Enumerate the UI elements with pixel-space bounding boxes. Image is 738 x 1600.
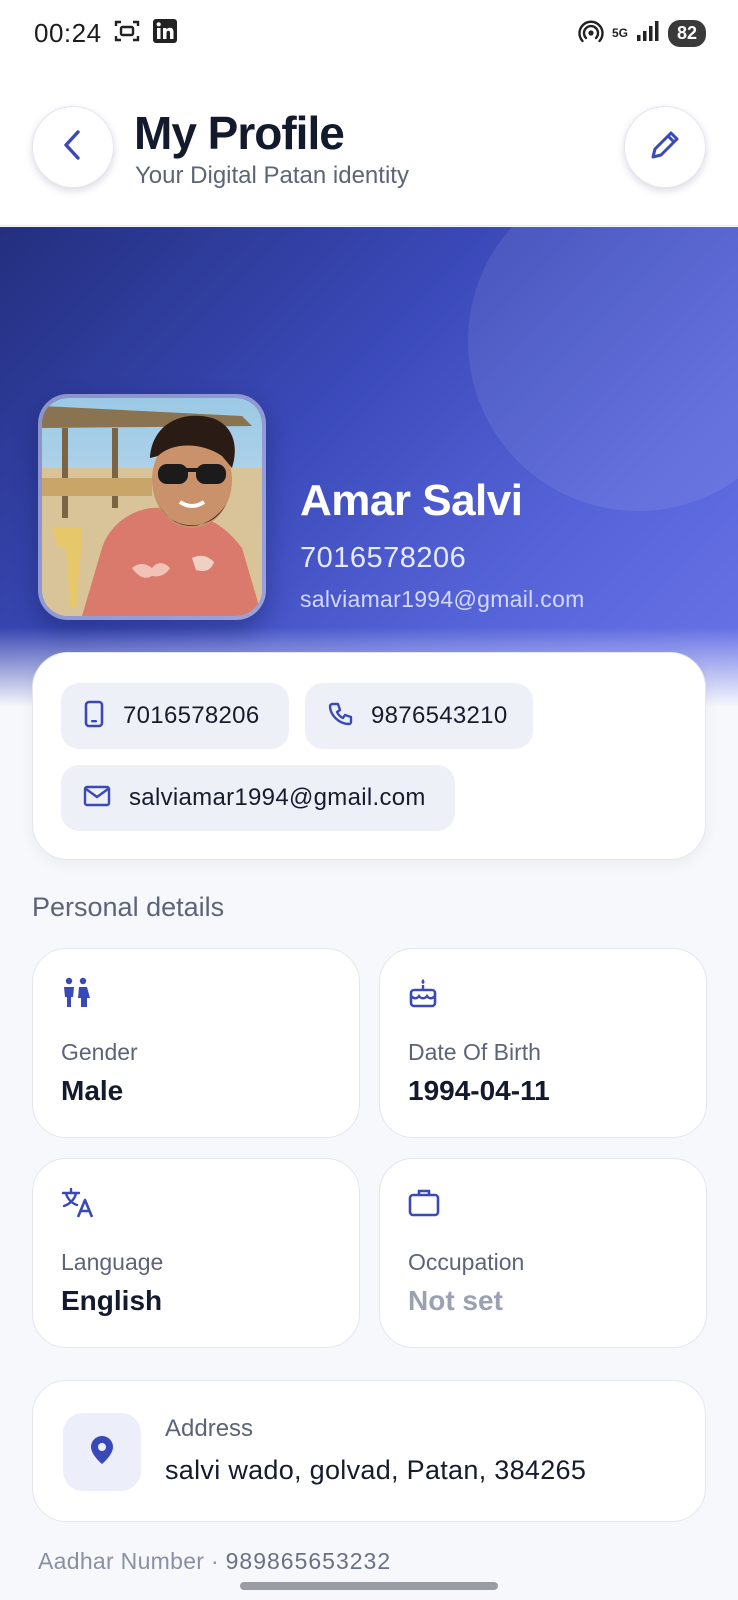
- detail-value: Not set: [408, 1285, 503, 1316]
- linkedin-icon: [152, 18, 178, 49]
- avatar-photo: [42, 398, 262, 616]
- contact-chip-value: 7016578206: [123, 702, 260, 729]
- smartphone-icon: [83, 700, 105, 733]
- translate-icon: [61, 1187, 95, 1224]
- aadhar-number-row: Aadhar Number · 989865653232: [38, 1548, 391, 1575]
- briefcase-icon: [408, 1187, 440, 1222]
- status-left: 00:24: [34, 18, 178, 49]
- cake-icon: [408, 977, 438, 1014]
- detail-card-date-of-birth: Date Of Birth 1994-04-11: [379, 948, 707, 1138]
- location-pin-icon: [88, 1434, 116, 1471]
- chevron-left-icon: [58, 128, 88, 167]
- contact-chip-phone[interactable]: 9876543210: [305, 683, 533, 749]
- gender-icon: [61, 977, 91, 1014]
- detail-label: Gender: [61, 1039, 138, 1065]
- avatar[interactable]: [38, 394, 266, 620]
- contact-chip-value: 9876543210: [371, 702, 508, 729]
- profile-email: salviamar1994@gmail.com: [300, 586, 585, 612]
- network-type: 5G: [611, 25, 628, 40]
- detail-label: Occupation: [408, 1249, 525, 1275]
- detail-label: Date Of Birth: [408, 1039, 541, 1065]
- pencil-icon: [648, 128, 682, 167]
- address-card: Address salvi wado, golvad, Patan, 38426…: [32, 1380, 706, 1522]
- detail-label: Language: [61, 1249, 164, 1275]
- contact-chip-email[interactable]: salviamar1994@gmail.com: [61, 765, 455, 831]
- detail-card-gender: Gender Male: [32, 948, 360, 1138]
- screen-capture-icon: [114, 19, 140, 48]
- battery-level: 82: [667, 19, 706, 47]
- aadhar-separator: ·: [210, 1548, 219, 1574]
- phone-icon: [327, 701, 353, 732]
- page-title: My Profile: [134, 107, 345, 159]
- status-right: 5G 82: [578, 18, 706, 49]
- detail-card-language: Language English: [32, 1158, 360, 1348]
- mail-icon: [83, 785, 111, 812]
- profile-name: Amar Salvi: [300, 476, 523, 525]
- home-indicator[interactable]: [240, 1582, 498, 1590]
- detail-value: 1994-04-11: [408, 1075, 550, 1106]
- detail-value: English: [61, 1285, 163, 1316]
- hotspot-icon: [578, 18, 604, 49]
- contact-chip-value: salviamar1994@gmail.com: [129, 784, 426, 811]
- edit-profile-button[interactable]: [624, 106, 706, 188]
- detail-card-occupation: Occupation Not set: [379, 1158, 707, 1348]
- contact-chip-mobile[interactable]: 7016578206: [61, 683, 289, 749]
- back-button[interactable]: [32, 106, 114, 188]
- app-header: My Profile Your Digital Patan identity: [0, 66, 738, 226]
- address-icon-box: [63, 1413, 141, 1491]
- aadhar-label: Aadhar Number: [38, 1548, 205, 1574]
- address-value: salvi wado, golvad, Patan, 384265: [165, 1455, 587, 1485]
- page-subtitle: Your Digital Patan identity: [135, 162, 409, 189]
- detail-value: Male: [61, 1075, 124, 1106]
- aadhar-value: 989865653232: [225, 1548, 392, 1574]
- profile-phone: 7016578206: [300, 542, 467, 574]
- status-time: 00:24: [34, 17, 102, 48]
- section-title-personal-details: Personal details: [32, 892, 225, 922]
- status-bar: 00:24 5G 82: [0, 0, 738, 66]
- signal-icon: [636, 20, 660, 47]
- contact-card: 7016578206 9876543210 salviamar1994@gmai…: [32, 652, 706, 860]
- address-label: Address: [165, 1415, 254, 1442]
